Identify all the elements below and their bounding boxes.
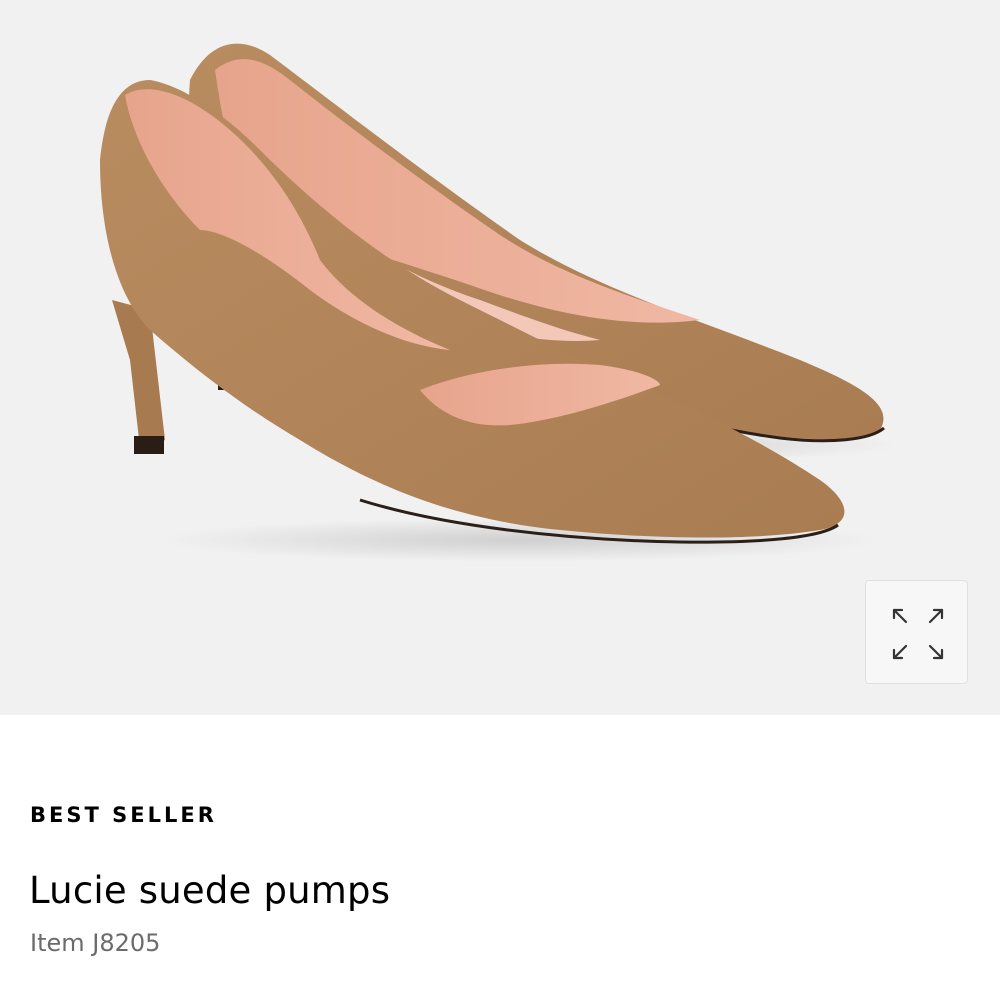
- product-title: Lucie suede pumps: [29, 869, 391, 912]
- expand-image-button[interactable]: [865, 580, 968, 684]
- expand-arrows-icon: [892, 608, 944, 660]
- best-seller-badge: BEST SELLER: [30, 803, 217, 827]
- product-image: [100, 43, 900, 562]
- product-page: BEST SELLER Lucie suede pumps Item J8205: [0, 0, 1000, 1000]
- item-number: Item J8205: [30, 929, 161, 957]
- product-image-gallery[interactable]: [0, 0, 1000, 715]
